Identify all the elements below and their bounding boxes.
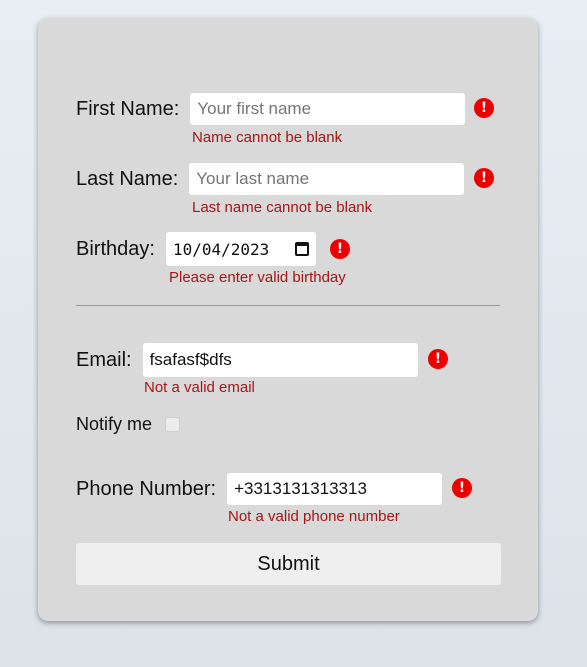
- birthday-error-icon: !: [330, 239, 350, 259]
- first-name-error: Name cannot be blank: [192, 129, 343, 146]
- last-name-row: Last Name:: [76, 163, 465, 195]
- first-name-error-icon: !: [474, 98, 494, 118]
- phone-input[interactable]: [227, 473, 443, 505]
- submit-button[interactable]: Submit: [76, 543, 501, 585]
- calendar-icon[interactable]: [294, 242, 309, 256]
- email-row: Email:: [76, 343, 418, 377]
- birthday-label: Birthday:: [76, 237, 155, 260]
- birthday-error: Please enter valid birthday: [169, 269, 346, 286]
- birthday-value: 10/04/2023: [172, 239, 270, 259]
- first-name-input[interactable]: [190, 93, 466, 125]
- notify-label: Notify me: [76, 414, 153, 434]
- first-name-label: First Name:: [76, 97, 180, 120]
- birthday-date-input[interactable]: 10/04/2023: [165, 232, 316, 266]
- last-name-error-icon: !: [474, 168, 494, 188]
- notify-checkbox[interactable]: [165, 417, 181, 432]
- signup-form-card: First Name: ! Name cannot be blank Last …: [38, 18, 538, 621]
- email-error: Not a valid email: [144, 379, 255, 396]
- email-label: Email:: [76, 348, 132, 371]
- email-input[interactable]: [142, 343, 418, 377]
- phone-error-icon: !: [452, 478, 472, 498]
- birthday-row: Birthday: 10/04/2023: [76, 232, 316, 266]
- notify-row: Notify me: [76, 414, 181, 435]
- phone-row: Phone Number:: [76, 473, 443, 505]
- first-name-row: First Name:: [76, 93, 466, 125]
- last-name-label: Last Name:: [76, 167, 179, 190]
- phone-error: Not a valid phone number: [228, 508, 400, 525]
- last-name-error: Last name cannot be blank: [192, 199, 373, 216]
- section-divider: [76, 305, 500, 306]
- last-name-input[interactable]: [189, 163, 465, 195]
- email-error-icon: !: [428, 349, 448, 369]
- phone-label: Phone Number:: [76, 477, 217, 500]
